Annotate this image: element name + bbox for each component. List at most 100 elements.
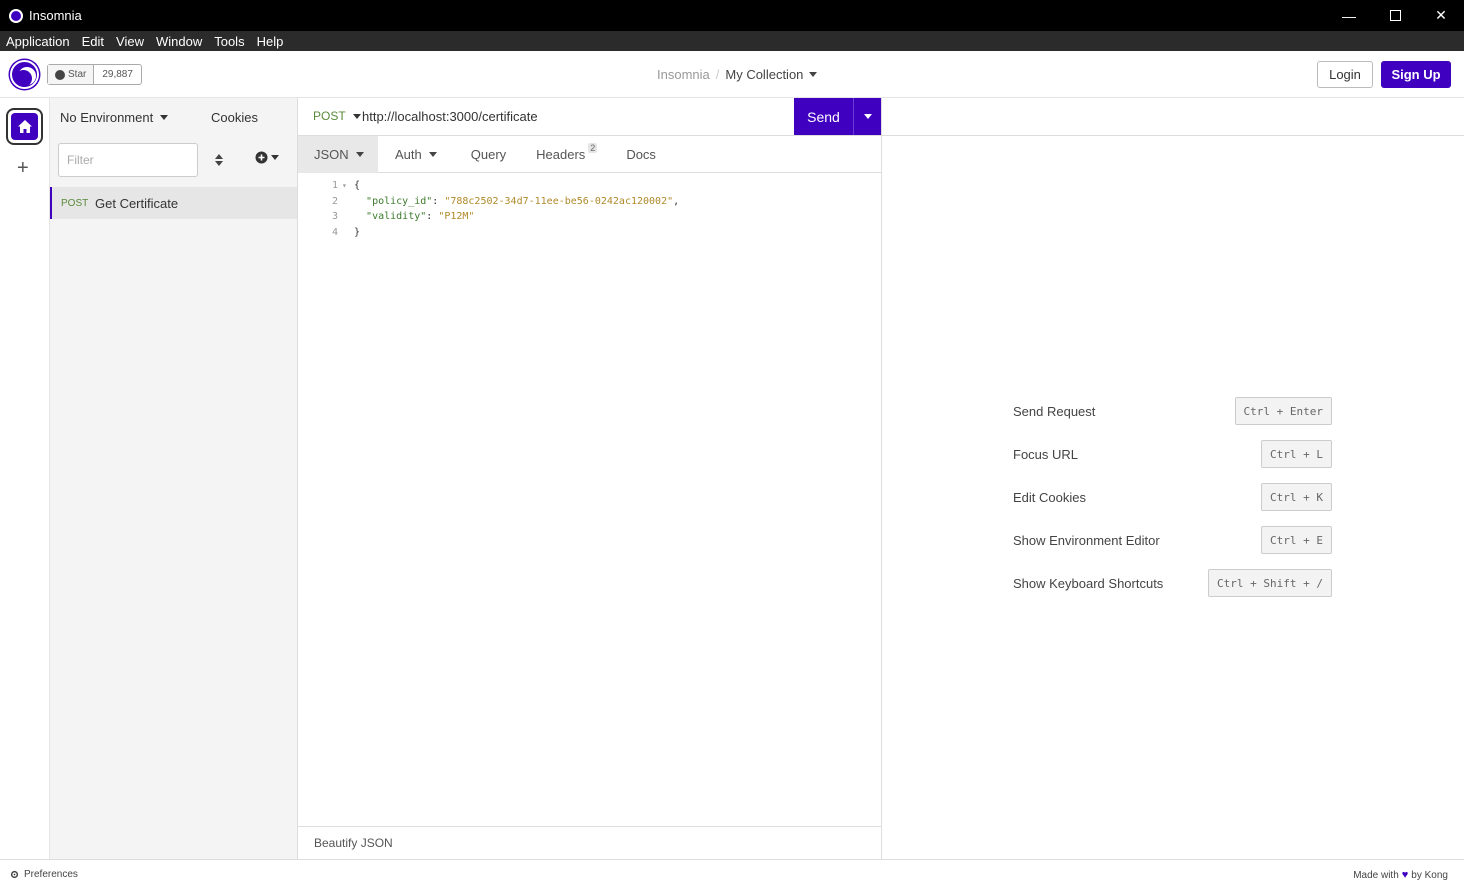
- github-icon: [55, 69, 65, 80]
- shortcut-keys-environment-editor: Ctrl + E: [1261, 526, 1332, 554]
- breadcrumb: Insomnia / My Collection: [657, 67, 818, 82]
- tab-docs[interactable]: Docs: [626, 136, 656, 173]
- shortcut-label-edit-cookies: Edit Cookies: [1013, 490, 1086, 505]
- add-request-button[interactable]: [255, 151, 279, 164]
- json-value: "P12M": [438, 211, 475, 223]
- github-star-button[interactable]: Star: [48, 65, 95, 84]
- menu-view[interactable]: View: [110, 34, 150, 49]
- url-bar: POST http://localhost:3000/certificate S…: [298, 98, 881, 136]
- json-key: "validity": [366, 211, 427, 223]
- window-title: Insomnia: [29, 8, 82, 23]
- tab-auth-label: Auth: [395, 146, 422, 162]
- chevron-down-icon[interactable]: [809, 72, 818, 77]
- breadcrumb-separator: /: [715, 67, 720, 82]
- code-line: 3 "validity": "P12M": [298, 209, 881, 225]
- beautify-json-button[interactable]: Beautify JSON: [298, 826, 881, 859]
- chevron-down-icon: [355, 151, 364, 157]
- project-rail: +: [0, 98, 50, 859]
- environment-label: No Environment: [60, 110, 154, 125]
- add-project-icon[interactable]: +: [17, 158, 29, 178]
- made-with-credit: Made with ♥ by Kong: [1353, 869, 1448, 881]
- request-method-badge: POST: [61, 197, 89, 209]
- maximize-icon: [1389, 10, 1401, 21]
- shortcut-keys-focus-url: Ctrl + L: [1261, 440, 1332, 468]
- tab-headers-label: Headers: [536, 146, 586, 162]
- response-header-divider: [882, 135, 1464, 136]
- json-key: "policy_id": [366, 195, 433, 207]
- response-pane: Send Request Ctrl + Enter Focus URL Ctrl…: [882, 98, 1464, 859]
- environment-selector[interactable]: No Environment: [60, 110, 169, 125]
- code-line: 2 "policy_id": "788c2502-34d7-11ee-be56-…: [298, 194, 881, 210]
- window-titlebar: Insomnia — ✕: [0, 0, 1464, 31]
- code-text: {: [354, 180, 361, 192]
- github-star-count[interactable]: 29,887: [94, 65, 141, 84]
- request-item-get-certificate[interactable]: POST Get Certificate: [50, 187, 297, 219]
- shortcut-keys-edit-cookies: Ctrl + K: [1261, 483, 1332, 511]
- fold-icon[interactable]: ▾: [340, 181, 354, 190]
- chevron-down-icon: [428, 151, 437, 157]
- github-star-label: Star: [68, 69, 87, 80]
- send-button[interactable]: Send: [794, 98, 853, 135]
- github-star-widget[interactable]: Star 29,887: [47, 64, 142, 85]
- menu-tools[interactable]: Tools: [208, 34, 250, 49]
- insomnia-brand-icon[interactable]: [10, 60, 39, 89]
- maximize-button[interactable]: [1372, 0, 1418, 31]
- json-punct: ,: [673, 195, 680, 207]
- chevron-down-icon: [160, 115, 169, 120]
- gear-icon: [10, 870, 19, 879]
- home-icon: [17, 120, 32, 133]
- chevron-down-icon: [863, 114, 872, 119]
- line-number: 2: [331, 195, 338, 207]
- chevron-down-icon: [352, 113, 361, 119]
- json-value: "788c2502-34d7-11ee-be56-0242ac120002": [444, 195, 674, 207]
- method-selector[interactable]: POST: [313, 109, 361, 123]
- minimize-button[interactable]: —: [1326, 0, 1372, 31]
- breadcrumb-collection[interactable]: My Collection: [725, 67, 803, 82]
- app-header: Star 29,887 Insomnia / My Collection Log…: [0, 51, 1464, 98]
- menu-window[interactable]: Window: [150, 34, 208, 49]
- preferences-label: Preferences: [24, 869, 78, 880]
- close-button[interactable]: ✕: [1418, 0, 1464, 31]
- request-pane: POST http://localhost:3000/certificate S…: [298, 98, 882, 859]
- tab-query[interactable]: Query: [471, 136, 506, 173]
- preferences-button[interactable]: Preferences: [10, 869, 78, 880]
- tab-headers[interactable]: Headers 2: [536, 136, 598, 173]
- shortcut-label-focus-url: Focus URL: [1013, 447, 1079, 462]
- shortcut-keys-send-request: Ctrl + Enter: [1234, 397, 1332, 425]
- filter-input[interactable]: [58, 143, 198, 177]
- chevron-down-icon: [271, 155, 279, 160]
- tab-auth[interactable]: Auth: [395, 136, 437, 173]
- plus-circle-icon: [255, 151, 268, 164]
- sort-icon[interactable]: [214, 153, 224, 167]
- method-label: POST: [313, 109, 346, 123]
- tab-body-json[interactable]: JSON: [298, 135, 378, 173]
- request-sidebar: No Environment Cookies POST Get Certific…: [50, 98, 298, 859]
- menu-bar: Application Edit View Window Tools Help: [0, 31, 1464, 51]
- send-options-button[interactable]: [853, 98, 881, 135]
- signup-button[interactable]: Sign Up: [1381, 61, 1451, 88]
- code-text: }: [354, 226, 361, 238]
- home-button[interactable]: [6, 108, 43, 145]
- request-name: Get Certificate: [95, 195, 179, 211]
- login-button[interactable]: Login: [1317, 61, 1373, 88]
- menu-application[interactable]: Application: [0, 34, 76, 49]
- code-line: 4 }: [298, 225, 881, 241]
- menu-edit[interactable]: Edit: [76, 34, 110, 49]
- insomnia-logo-icon: [9, 8, 23, 23]
- made-with-label: Made with: [1353, 869, 1399, 881]
- url-input[interactable]: http://localhost:3000/certificate: [362, 109, 538, 124]
- line-number: 4: [331, 226, 338, 238]
- shortcut-keys-keyboard-shortcuts: Ctrl + Shift + /: [1208, 569, 1332, 597]
- request-tabs: JSON Auth Query Headers 2 Docs: [298, 135, 881, 173]
- shortcut-label-send-request: Send Request: [1013, 404, 1096, 419]
- headers-count-badge: 2: [588, 143, 598, 153]
- tab-json-label: JSON: [314, 146, 349, 162]
- menu-help[interactable]: Help: [251, 34, 290, 49]
- cookies-button[interactable]: Cookies: [211, 110, 258, 125]
- by-kong-label: by Kong: [1411, 869, 1448, 881]
- shortcut-label-keyboard-shortcuts: Show Keyboard Shortcuts: [1013, 576, 1164, 591]
- line-number: 1: [331, 180, 338, 192]
- json-body-editor[interactable]: 1 ▾ { 2 "policy_id": "788c2502-34d7-11ee…: [298, 178, 881, 240]
- breadcrumb-root[interactable]: Insomnia: [657, 67, 710, 82]
- shortcut-label-environment-editor: Show Environment Editor: [1013, 533, 1160, 548]
